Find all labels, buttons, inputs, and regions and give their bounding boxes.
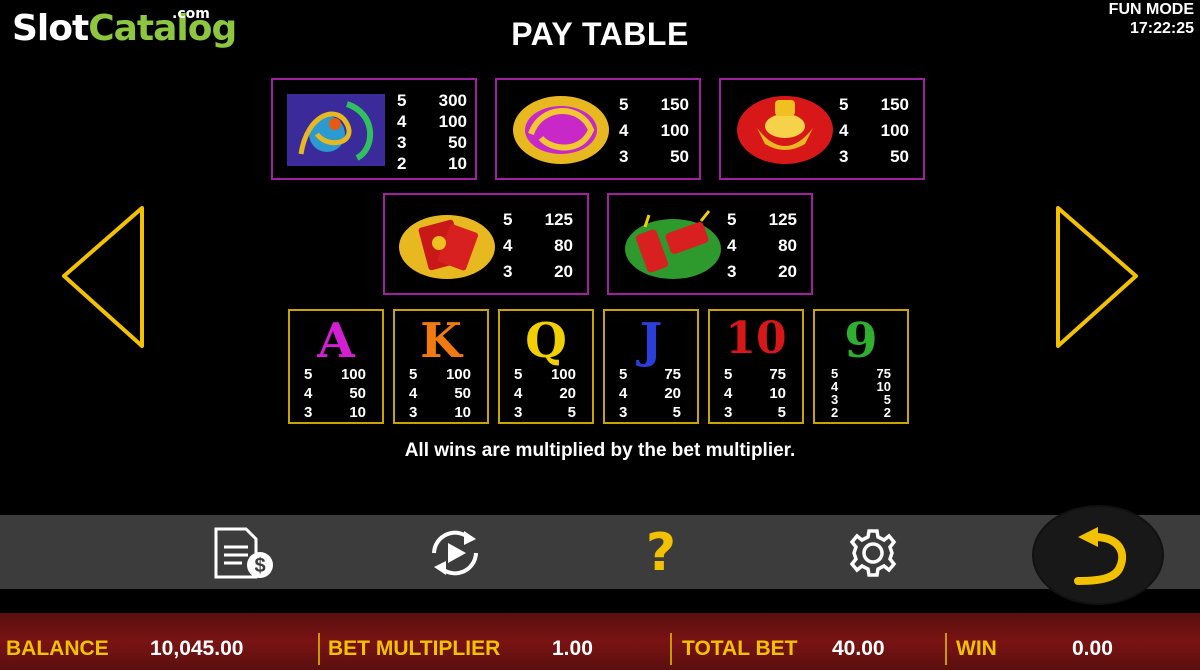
gold-ingot-symbol-icon [737,96,833,164]
win-label: WIN [956,637,997,660]
paybox-gold-ingot: 5 150 4 100 3 50 [719,78,925,180]
card-10-symbol: 10 [725,313,787,364]
pays-dragon-phoenix: 5 300 4 100 3 50 2 10 [397,91,467,173]
paybox-card-q: Q 5 100 4 20 35 [498,309,594,424]
pays-golden-dragon: 5 150 4 100 3 50 [619,95,689,166]
svg-text:$: $ [254,555,265,577]
dragon-phoenix-symbol-icon [287,94,385,166]
bet-multiplier-label: BET MULTIPLIER [328,637,501,660]
card-9-symbol: 9 [844,313,878,369]
paybox-card-a: A 5 100 4 50 3 10 [288,309,384,424]
card-k-symbol: K [420,313,462,369]
divider [670,633,672,665]
back-icon [1074,527,1127,585]
page-title: PAY TABLE [511,16,689,52]
autoplay-icon [432,530,478,576]
divider [945,633,947,665]
card-a-symbol: A [317,313,355,369]
bet-multiplier-value: 1.00 [552,637,593,660]
multiplier-note: All wins are multiplied by the bet multi… [404,440,796,461]
back-button[interactable] [1032,505,1164,605]
paytable-icon: $ [214,527,273,579]
autoplay-button[interactable] [420,525,490,581]
paybox-card-9: 9 5 75 4 10 35 22 [813,309,909,424]
help-icon: ? [645,523,677,583]
status-bar: BALANCE 10,045.00 BET MULTIPLIER 1.00 TO… [0,613,1200,670]
paybox-card-j: J 5 75 4 20 35 [603,309,699,424]
paybox-golden-dragon: 5 150 4 100 3 50 [495,78,701,180]
settings-icon [849,529,897,577]
firecrackers-symbol-icon [625,210,721,279]
paybox-dragon-phoenix: 5 300 4 100 3 50 2 10 [271,78,477,180]
total-bet-label: TOTAL BET [682,637,798,660]
win-value: 0.00 [1072,637,1113,660]
pays-gold-ingot: 5 150 4 100 3 50 [839,95,909,166]
balance-value: 10,045.00 [150,637,244,660]
next-page-arrow-icon[interactable] [1052,204,1142,350]
paybox-red-envelope: 5 125 4 80 3 20 [383,193,589,295]
pays-red-envelope: 5 125 4 80 3 20 [503,210,573,281]
divider [318,633,320,665]
card-q-symbol: Q [525,313,567,369]
total-bet-value: 40.00 [832,637,885,660]
paybox-firecrackers: 5 125 4 80 3 20 [607,193,813,295]
pays-firecrackers: 5 125 4 80 3 20 [727,210,797,281]
toolbar [0,515,1200,589]
paytable-button[interactable]: $ [208,525,278,581]
help-button[interactable]: ? [626,525,696,581]
golden-dragon-symbol-icon [513,96,609,164]
paybox-card-k: K 5 100 4 50 3 10 [393,309,489,424]
settings-button[interactable] [838,525,908,581]
red-envelope-symbol-icon [399,215,495,279]
balance-label: BALANCE [6,637,109,660]
card-j-symbol: J [639,313,663,369]
previous-page-arrow-icon[interactable] [58,204,148,350]
paybox-card-10: 10 5 75 4 10 35 [708,309,804,424]
